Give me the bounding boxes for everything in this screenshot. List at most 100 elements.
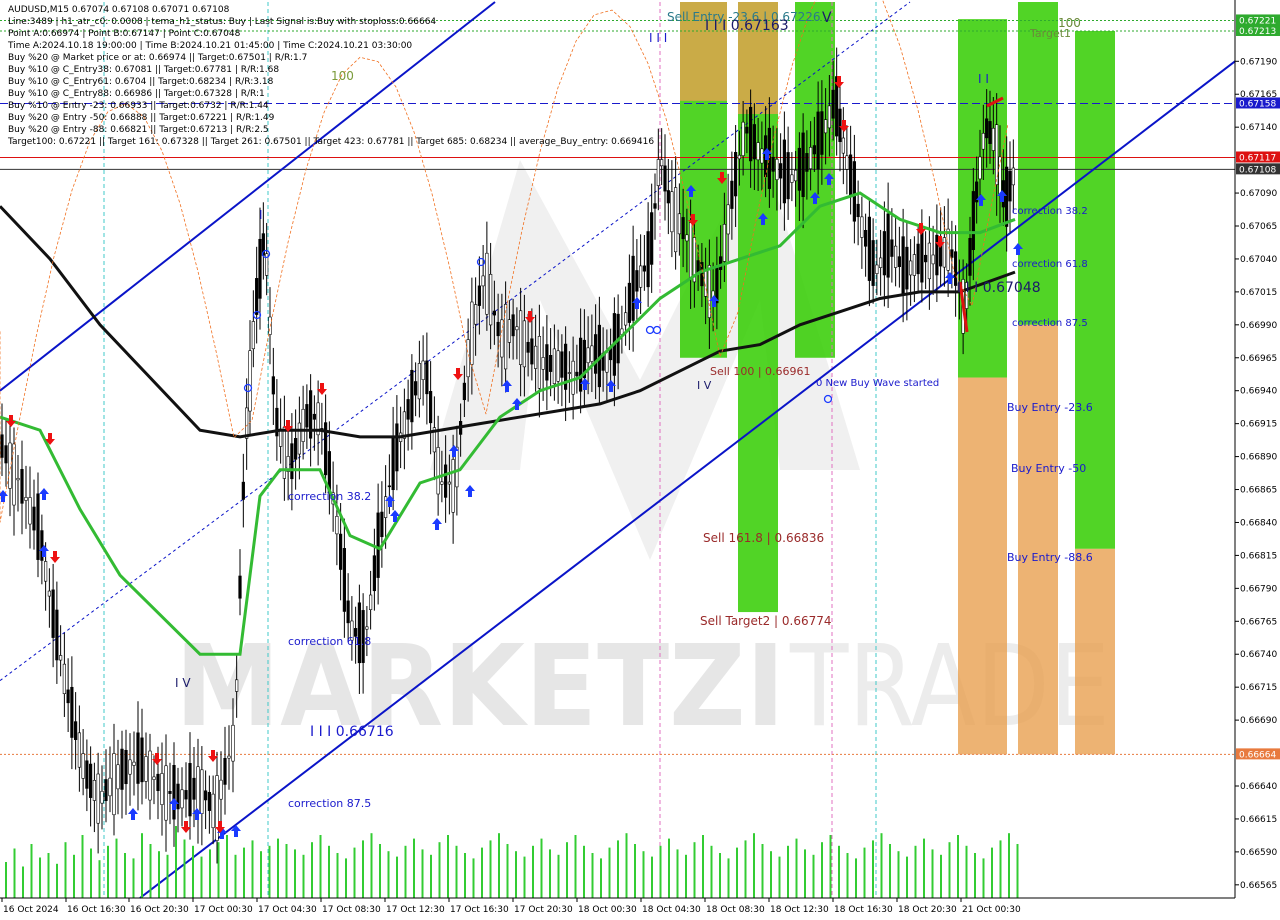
price-tick-label: 0.67090: [1240, 189, 1277, 199]
price-tick-label: 0.66715: [1240, 683, 1277, 693]
chart-annotation: correction 87.5: [1012, 318, 1088, 329]
candle-body: [805, 153, 809, 172]
candle-body: [696, 260, 700, 273]
candle-body: [421, 360, 425, 380]
price-tick-label: 0.67140: [1240, 123, 1277, 133]
candle-body: [20, 469, 24, 504]
volume-bar: [523, 856, 526, 898]
volume-bar: [880, 833, 883, 898]
candle-body: [144, 756, 148, 782]
candle-body: [526, 341, 530, 353]
candle-body: [128, 759, 132, 775]
candle-body: [176, 783, 180, 810]
candle-body: [860, 216, 864, 238]
price-tick-label: 0.66765: [1240, 617, 1277, 627]
candle-body: [812, 145, 816, 155]
volume-bar: [430, 854, 432, 898]
time-tick-label: 18 Oct 12:30: [770, 905, 829, 915]
candle-body: [594, 334, 598, 374]
candle-body: [537, 336, 541, 389]
volume-bar: [285, 844, 288, 898]
candle-body: [395, 423, 399, 472]
volume-bar: [617, 840, 619, 898]
candle-body: [656, 159, 660, 186]
time-tick-label: 18 Oct 08:30: [706, 905, 765, 915]
volume-bar: [149, 844, 152, 898]
candle-body: [297, 422, 301, 455]
candle-body: [32, 506, 36, 531]
candle-body: [653, 203, 657, 209]
price-tick-label: 0.67065: [1240, 222, 1277, 232]
candle-body: [879, 257, 883, 268]
time-tick-label: 17 Oct 16:30: [450, 905, 509, 915]
candle-body: [36, 493, 40, 560]
volume-bar: [379, 844, 381, 898]
chart-annotation: I I I 0.67048: [957, 280, 1041, 296]
candle-body: [1008, 170, 1012, 202]
candle-body: [62, 663, 66, 695]
watermark-text: MARKETZI: [175, 622, 785, 752]
candle-body: [816, 111, 820, 170]
candle-body: [474, 304, 478, 325]
volume-bar: [421, 849, 424, 898]
candle-body: [771, 156, 775, 172]
volume-bar: [787, 845, 789, 898]
volume-bar: [668, 838, 670, 898]
chart-annotation: 100: [331, 69, 354, 83]
volume-bar: [302, 854, 305, 898]
candle-body: [519, 310, 523, 365]
candle-body: [241, 481, 245, 500]
time-tick-label: 17 Oct 20:30: [514, 905, 573, 915]
candle-body: [552, 348, 556, 384]
volume-bar: [634, 844, 636, 898]
volume-bar: [948, 842, 951, 898]
candle-body: [219, 779, 223, 800]
candle-body: [204, 790, 208, 801]
orange-entry-zone: [958, 377, 1007, 755]
candle-body: [85, 760, 89, 789]
candle-body: [444, 464, 448, 498]
candle-body: [112, 753, 116, 816]
candle-body: [752, 124, 756, 160]
time-tick-label: 17 Oct 00:30: [194, 905, 253, 915]
candle-body: [16, 477, 20, 481]
price-marker-label: 0.67117: [1239, 153, 1276, 163]
candle-body: [365, 626, 369, 630]
candle-body: [231, 724, 235, 762]
volume-bar: [319, 835, 322, 898]
volume-bar: [727, 858, 730, 898]
volume-bar: [608, 847, 611, 898]
chart-annotation: correction 61.8: [288, 635, 371, 648]
price-tick-label: 0.66615: [1240, 815, 1277, 825]
volume-bar: [540, 838, 543, 898]
candle-body: [410, 369, 414, 423]
watermark-text: TRADE: [789, 622, 1110, 752]
candle-body: [845, 155, 849, 170]
candle-body: [136, 732, 140, 784]
candle-body: [545, 344, 549, 381]
candle-body: [838, 108, 842, 143]
candle-body: [305, 404, 309, 428]
targets-line: Target100: 0.67221 || Target 161: 0.6732…: [8, 137, 655, 147]
time-tick-label: 18 Oct 04:30: [642, 905, 701, 915]
candle-body: [387, 485, 391, 488]
candle-body: [624, 312, 628, 326]
volume-bar: [183, 839, 186, 898]
time-tick-label: 17 Oct 12:30: [386, 905, 445, 915]
candle-body: [660, 159, 664, 167]
volume-bar: [30, 844, 33, 898]
volume-bar: [744, 840, 747, 898]
green-target-zone: [1018, 2, 1058, 325]
chart-annotation: correction 38.2: [1012, 206, 1088, 217]
volume-bar: [56, 863, 58, 898]
volume-bar: [846, 853, 849, 898]
volume-bar: [404, 845, 407, 898]
volume-bar: [192, 845, 194, 898]
candle-body: [211, 793, 215, 829]
volume-bar: [931, 849, 934, 898]
candle-body: [522, 320, 526, 368]
volume-bar: [676, 849, 679, 898]
volume-bar: [243, 847, 245, 898]
candle-body: [677, 213, 681, 235]
chart-annotation: correction 61.8: [1012, 259, 1088, 270]
